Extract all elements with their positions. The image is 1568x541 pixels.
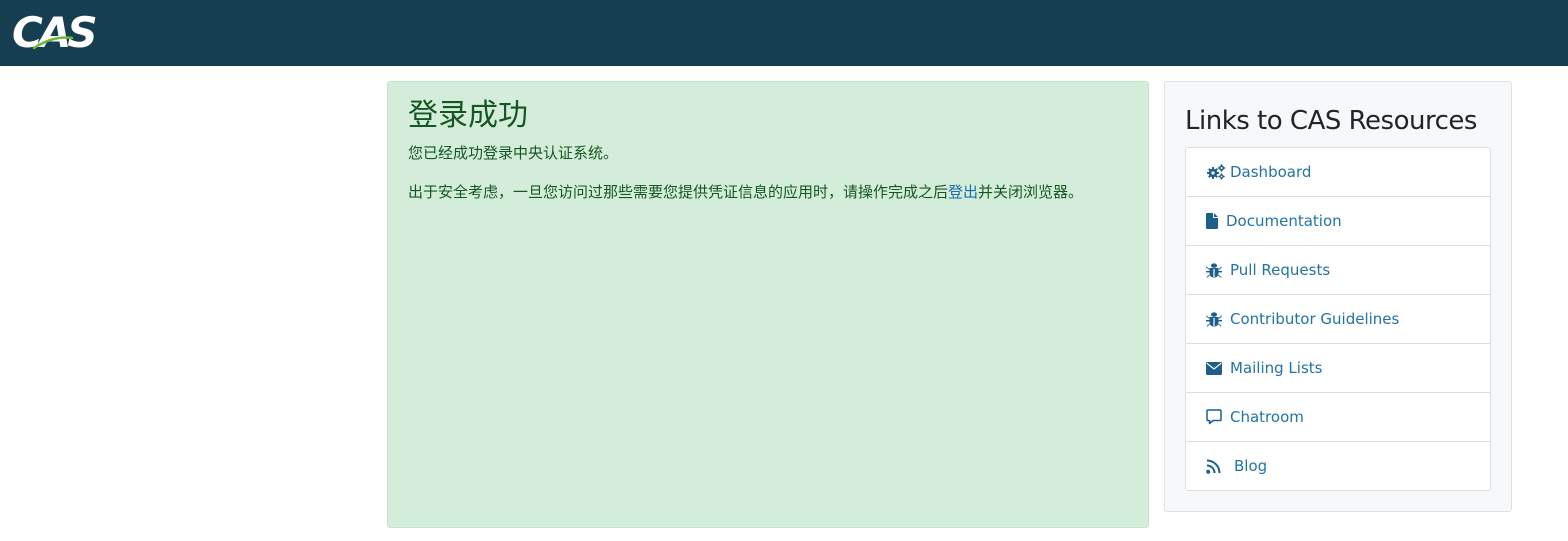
top-bar: CAS — [0, 0, 1568, 66]
success-title: 登录成功 — [408, 98, 528, 133]
resource-link-label: Documentation — [1226, 212, 1342, 230]
resource-link-mailing-lists[interactable]: Mailing Lists — [1186, 343, 1490, 392]
resource-link-label: Pull Requests — [1230, 261, 1331, 279]
login-success-panel: 登录成功 您已经成功登录中央认证系统。 出于安全考虑，一旦您访问过那些需要您提供… — [387, 81, 1149, 528]
bug-icon — [1206, 261, 1226, 279]
bug-icon — [1206, 310, 1226, 328]
success-message: 您已经成功登录中央认证系统。 — [408, 144, 619, 162]
resource-link-blog[interactable]: Blog — [1186, 441, 1490, 490]
resource-link-label: Dashboard — [1230, 163, 1312, 181]
resource-links-list: Dashboard Documentation Pull Requests Co… — [1185, 147, 1491, 491]
logout-link[interactable]: 登出 — [948, 183, 978, 201]
security-message: 出于安全考虑，一旦您访问过那些需要您提供凭证信息的应用时，请操作完成之后登出并关… — [408, 182, 1083, 202]
resource-link-pull-requests[interactable]: Pull Requests — [1186, 245, 1490, 294]
cas-logo[interactable]: CAS — [12, 8, 98, 57]
security-message-suffix: 并关闭浏览器。 — [978, 183, 1084, 201]
envelope-icon — [1206, 359, 1226, 377]
resource-link-dashboard[interactable]: Dashboard — [1186, 148, 1490, 196]
file-icon — [1206, 212, 1222, 230]
cogs-icon — [1206, 163, 1226, 181]
logo-swoosh-icon — [32, 36, 74, 50]
security-message-prefix: 出于安全考虑，一旦您访问过那些需要您提供凭证信息的应用时，请操作完成之后 — [408, 183, 949, 201]
resource-link-label: Mailing Lists — [1230, 359, 1323, 377]
resource-link-label: Contributor Guidelines — [1230, 310, 1400, 328]
resource-link-contributor-guidelines[interactable]: Contributor Guidelines — [1186, 294, 1490, 343]
rss-icon — [1206, 457, 1230, 475]
comment-icon — [1206, 408, 1226, 426]
resources-title: Links to CAS Resources — [1185, 106, 1477, 136]
resource-link-label: Chatroom — [1230, 408, 1304, 426]
resources-card: Links to CAS Resources Dashboard Documen… — [1164, 81, 1512, 512]
resource-link-documentation[interactable]: Documentation — [1186, 196, 1490, 245]
resource-link-chatroom[interactable]: Chatroom — [1186, 392, 1490, 441]
resource-link-label: Blog — [1234, 457, 1268, 475]
